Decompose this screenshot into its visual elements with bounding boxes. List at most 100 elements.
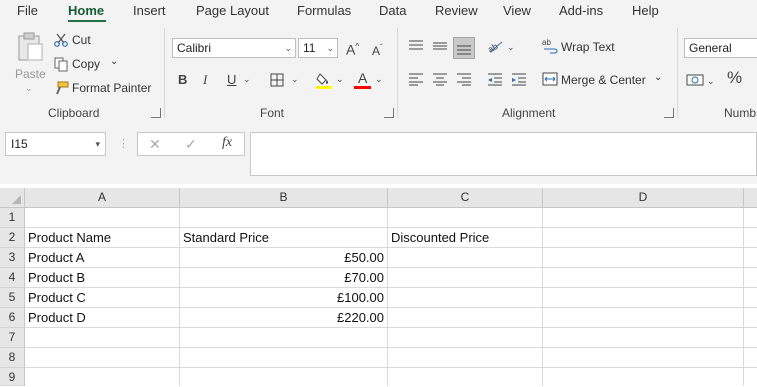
- cell-b8[interactable]: [180, 348, 388, 368]
- cell-c6[interactable]: [388, 308, 543, 328]
- row-header-5[interactable]: 5: [0, 288, 25, 308]
- alignment-dialog-launcher[interactable]: [664, 108, 674, 118]
- cell-e1[interactable]: [744, 208, 757, 228]
- cell-e4[interactable]: [744, 268, 757, 288]
- accounting-format-icon[interactable]: [686, 72, 704, 88]
- tab-add-ins[interactable]: Add-ins: [559, 3, 603, 18]
- cell-c8[interactable]: [388, 348, 543, 368]
- cell-b2[interactable]: Standard Price: [180, 228, 388, 248]
- tab-page-layout[interactable]: Page Layout: [196, 3, 269, 18]
- font-color-dropdown-icon[interactable]: ⌄: [375, 72, 383, 86]
- tab-view[interactable]: View: [503, 3, 531, 18]
- underline-button[interactable]: U: [227, 73, 236, 87]
- row-header-8[interactable]: 8: [0, 348, 25, 368]
- orientation-dropdown-icon[interactable]: ⌄: [507, 40, 515, 54]
- row-header-1[interactable]: 1: [0, 208, 25, 228]
- format-painter-button[interactable]: Format Painter: [54, 80, 154, 98]
- column-header-b[interactable]: B: [180, 188, 388, 208]
- tab-formulas[interactable]: Formulas: [297, 3, 351, 18]
- insert-function-icon[interactable]: fx: [222, 136, 232, 150]
- cell-b3[interactable]: £50.00: [180, 248, 388, 268]
- increase-font-size-button[interactable]: A^: [346, 40, 359, 57]
- cell-d1[interactable]: [543, 208, 744, 228]
- bottom-align-button[interactable]: [453, 37, 475, 59]
- merge-center-button[interactable]: Merge & Center ⌄: [542, 71, 666, 91]
- tab-file[interactable]: File: [17, 3, 38, 18]
- cell-c4[interactable]: [388, 268, 543, 288]
- cell-c2[interactable]: Discounted Price: [388, 228, 543, 248]
- cell-e5[interactable]: [744, 288, 757, 308]
- align-left-icon[interactable]: [408, 72, 424, 86]
- top-align-icon[interactable]: [408, 39, 424, 53]
- accounting-dropdown-icon[interactable]: ⌄: [707, 74, 715, 88]
- font-size-dropdown[interactable]: 11 ⌄: [298, 38, 338, 58]
- borders-dropdown-icon[interactable]: ⌄: [291, 72, 299, 86]
- italic-button[interactable]: I: [203, 73, 207, 87]
- increase-indent-icon[interactable]: [511, 72, 527, 86]
- font-name-dropdown[interactable]: Calibri ⌄: [172, 38, 296, 58]
- cell-e9[interactable]: [744, 368, 757, 386]
- enter-icon[interactable]: ✓: [185, 137, 197, 151]
- font-dialog-launcher[interactable]: [384, 108, 394, 118]
- cell-b6[interactable]: £220.00: [180, 308, 388, 328]
- select-all-corner[interactable]: [0, 188, 25, 208]
- cell-a3[interactable]: Product A: [25, 248, 180, 268]
- column-header-a[interactable]: A: [25, 188, 180, 208]
- cell-c7[interactable]: [388, 328, 543, 348]
- orientation-icon[interactable]: ab: [486, 38, 504, 54]
- row-header-3[interactable]: 3: [0, 248, 25, 268]
- cell-a6[interactable]: Product D: [25, 308, 180, 328]
- cell-d8[interactable]: [543, 348, 744, 368]
- column-header-c[interactable]: C: [388, 188, 543, 208]
- formula-bar-splitter-icon[interactable]: ⋮: [118, 137, 129, 151]
- row-header-6[interactable]: 6: [0, 308, 25, 328]
- row-header-9[interactable]: 9: [0, 368, 25, 386]
- cell-b4[interactable]: £70.00: [180, 268, 388, 288]
- copy-button[interactable]: Copy ⌄: [54, 56, 124, 74]
- cell-a2[interactable]: Product Name: [25, 228, 180, 248]
- percent-style-button[interactable]: %: [727, 69, 742, 86]
- cell-a7[interactable]: [25, 328, 180, 348]
- cell-e3[interactable]: [744, 248, 757, 268]
- cell-e6[interactable]: [744, 308, 757, 328]
- cell-e7[interactable]: [744, 328, 757, 348]
- fill-color-icon[interactable]: [315, 71, 333, 89]
- cell-b1[interactable]: [180, 208, 388, 228]
- tab-help[interactable]: Help: [632, 3, 659, 18]
- tab-insert[interactable]: Insert: [133, 3, 166, 18]
- tab-home[interactable]: Home: [68, 3, 104, 18]
- cell-a4[interactable]: Product B: [25, 268, 180, 288]
- tab-data[interactable]: Data: [379, 3, 406, 18]
- cell-b9[interactable]: [180, 368, 388, 386]
- column-header-e-partial[interactable]: [744, 188, 757, 208]
- paste-button[interactable]: Paste ⌄: [10, 30, 50, 100]
- cell-d2[interactable]: [543, 228, 744, 248]
- name-box[interactable]: I15 ▾: [5, 132, 106, 156]
- fill-color-dropdown-icon[interactable]: ⌄: [336, 72, 344, 86]
- cell-c3[interactable]: [388, 248, 543, 268]
- cell-d5[interactable]: [543, 288, 744, 308]
- underline-dropdown-icon[interactable]: ⌄: [243, 72, 251, 86]
- row-header-4[interactable]: 4: [0, 268, 25, 288]
- wrap-text-button[interactable]: ab Wrap Text: [542, 38, 622, 58]
- font-color-button[interactable]: A: [354, 69, 372, 89]
- decrease-indent-icon[interactable]: [487, 72, 503, 86]
- cell-b5[interactable]: £100.00: [180, 288, 388, 308]
- row-header-2[interactable]: 2: [0, 228, 25, 248]
- tab-review[interactable]: Review: [435, 3, 478, 18]
- cell-c5[interactable]: [388, 288, 543, 308]
- align-right-icon[interactable]: [456, 72, 472, 86]
- borders-icon[interactable]: [270, 73, 284, 87]
- clipboard-dialog-launcher[interactable]: [151, 108, 161, 118]
- cell-d3[interactable]: [543, 248, 744, 268]
- formula-input[interactable]: [250, 132, 757, 176]
- cell-a5[interactable]: Product C: [25, 288, 180, 308]
- cell-d6[interactable]: [543, 308, 744, 328]
- number-format-dropdown[interactable]: General: [684, 38, 757, 58]
- cell-d4[interactable]: [543, 268, 744, 288]
- cell-d7[interactable]: [543, 328, 744, 348]
- cell-e8[interactable]: [744, 348, 757, 368]
- cell-c9[interactable]: [388, 368, 543, 386]
- align-center-icon[interactable]: [432, 72, 448, 86]
- row-header-7[interactable]: 7: [0, 328, 25, 348]
